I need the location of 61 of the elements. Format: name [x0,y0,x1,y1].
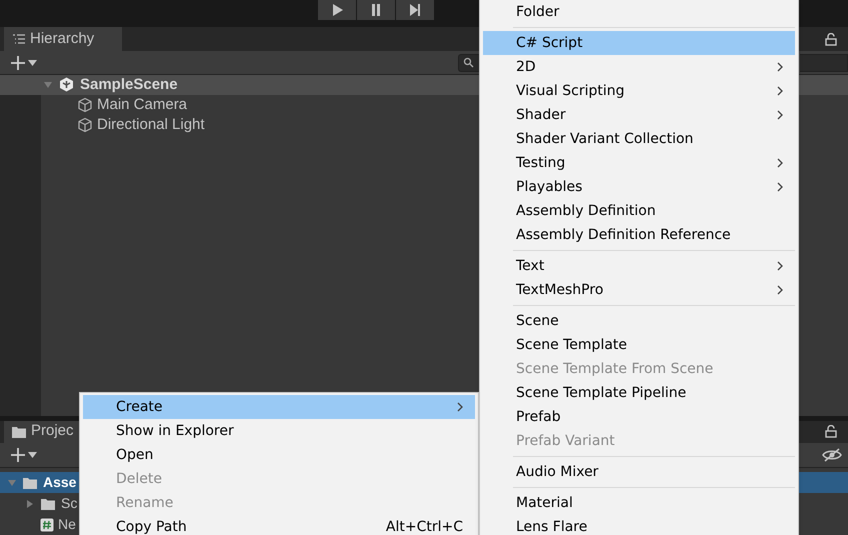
menu-item[interactable]: Visual Scripting [483,79,795,103]
hierarchy-tab[interactable]: Hierarchy [4,27,122,52]
menu-item[interactable]: Playables [483,175,795,199]
menu-item[interactable]: Folder [483,0,795,24]
cube-icon [77,96,93,113]
shortcut-text: Alt+Ctrl+C [386,520,463,534]
menu-item[interactable]: C# Script [483,31,795,55]
menu-item[interactable]: Testing [483,151,795,175]
menu-item[interactable]: Shader [483,103,795,127]
project-item-label: Ne [58,515,76,534]
plus-icon [10,54,26,71]
pause-button[interactable] [357,0,395,20]
menu-item[interactable]: Text [483,254,795,278]
search-icon [463,57,474,68]
menu-item[interactable]: Scene [483,309,795,333]
scene-name: SampleScene [80,74,178,95]
game-object-item[interactable]: Directional Light [97,114,205,136]
menu-item[interactable]: Audio Mixer [483,460,795,484]
project-item-label: Asse [43,473,76,492]
menu-item[interactable]: 2D [483,55,795,79]
menu-item[interactable]: Scene Template [483,333,795,357]
plus-icon [10,446,26,463]
project-row[interactable]: Asse [0,472,79,494]
menu-item[interactable]: Assembly Definition [483,199,795,223]
game-object-item[interactable]: Main Camera [97,94,188,116]
folder-icon [22,476,39,490]
step-button[interactable] [396,0,434,20]
search-field-edge[interactable] [800,54,848,72]
menu-item[interactable]: Shader Variant Collection [483,127,795,151]
pause-icon [369,3,383,17]
row-highlight [799,74,848,95]
menu-item[interactable]: Scene Template Pipeline [483,381,795,405]
dropdown-caret-icon [28,452,37,458]
menu-item[interactable]: Lens Flare [483,515,795,535]
project-row[interactable]: Ne [0,514,79,535]
lock-icon[interactable] [825,32,837,46]
project-item-label: Sc [61,494,78,514]
menu-item[interactable]: Prefab [483,405,795,429]
menu-item[interactable]: Material [483,491,795,515]
cube-icon [77,116,93,133]
eye-slash-icon[interactable] [822,448,844,462]
menu-item[interactable]: Open [83,443,475,467]
list-icon [13,34,25,44]
menu-item[interactable]: Copy Path Alt+Ctrl+C [83,515,475,535]
row-highlight [799,472,848,494]
dropdown-caret-icon [28,60,37,66]
menu-item[interactable]: TextMeshPro [483,278,795,302]
step-icon [408,3,422,17]
lock-icon[interactable] [825,425,837,438]
folder-icon [40,496,57,511]
project-row[interactable]: Sc [0,493,79,514]
folder-icon [12,426,26,438]
search-field[interactable] [458,54,479,72]
menu-item[interactable]: Assembly Definition Reference [483,223,795,247]
expand-triangle-icon[interactable] [25,498,35,509]
script-icon [40,518,54,532]
scene-icon [59,77,74,92]
play-icon [330,3,344,17]
scene-row[interactable]: SampleScene [0,74,479,95]
menu-item[interactable]: Create [83,395,475,419]
play-button[interactable] [318,0,356,20]
